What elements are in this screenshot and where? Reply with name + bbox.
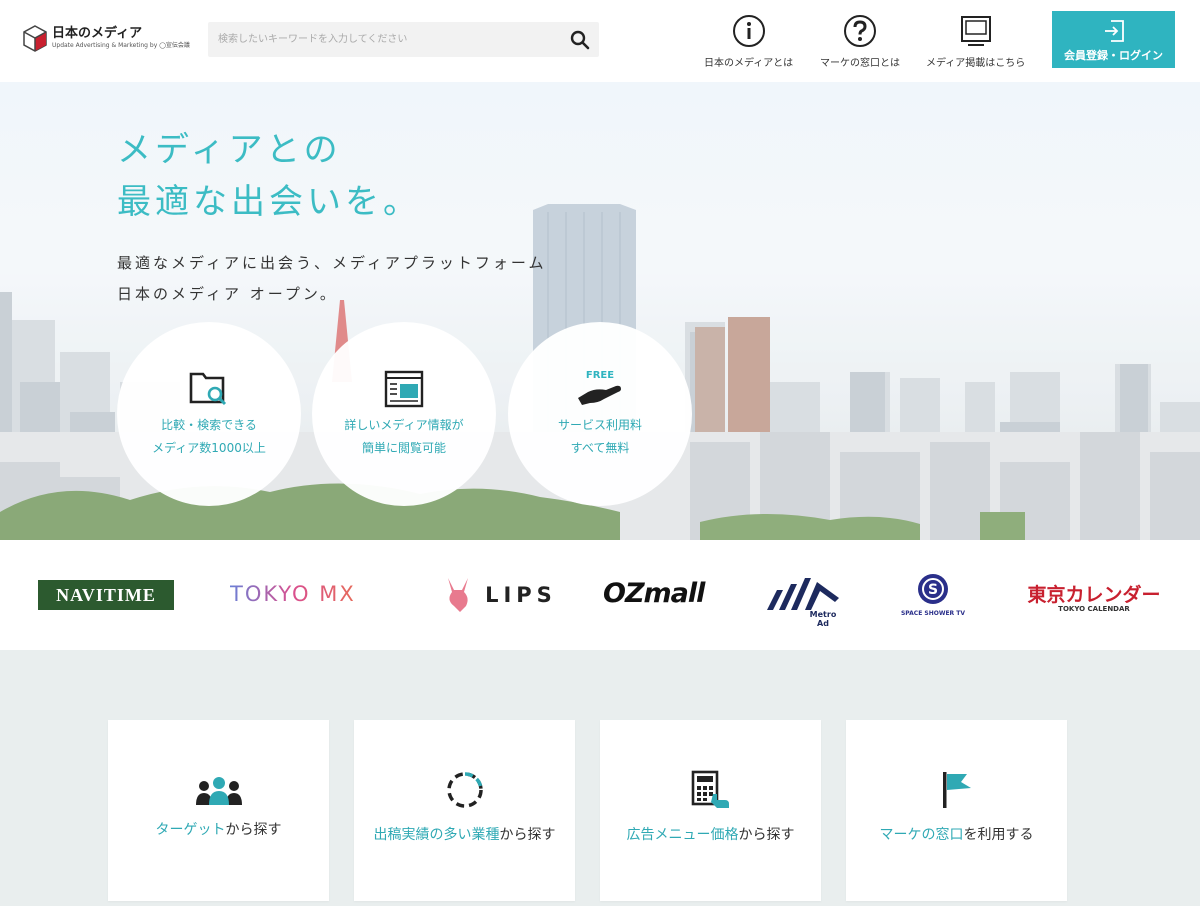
card-search-target[interactable]: ターゲットから探す <box>108 720 329 901</box>
card-2-highlight: 出稿実績の多い業種 <box>373 827 500 843</box>
feature-3-line1: サービス利用料 <box>557 418 642 432</box>
feature-1-line2: メディア数1000以上 <box>152 441 266 455</box>
tokyo-calendar-logo[interactable]: 東京カレンダー TOKYO CALENDAR <box>1026 580 1162 613</box>
feature-3-line2: すべて無料 <box>570 441 630 455</box>
card-4-rest: を利用する <box>963 827 1034 843</box>
card-2-rest: から探す <box>499 827 556 843</box>
ozmall-text: OZmall <box>603 578 705 609</box>
navitime-text: NAVITIME <box>56 585 156 605</box>
search-options-section: ターゲットから探す 出稿実績の多い業種から探す 広告メニュー価格から探す マーケ… <box>0 650 1200 906</box>
free-hand-icon <box>578 385 621 405</box>
rabbit-icon <box>448 578 468 612</box>
logo-subtitle: Update Advertising & Marketing by ◯宣伝会議 <box>52 42 190 49</box>
hero-subtitle: 最適なメディアに出会う、メディアプラットフォーム 日本のメディア オープン。 <box>117 248 546 310</box>
card-4-highlight: マーケの窓口 <box>879 827 964 843</box>
feature-2-line2: 簡単に閲覧可能 <box>361 441 446 455</box>
card-search-price[interactable]: 広告メニュー価格から探す <box>600 720 821 901</box>
lips-logo[interactable]: LIPS <box>442 576 557 614</box>
hero-section: メディアとの 最適な出会いを。 最適なメディアに出会う、メディアプラットフォーム… <box>0 82 1200 540</box>
cube-logo-icon <box>23 25 47 52</box>
free-tag: FREE <box>585 370 615 381</box>
space-shower-logo[interactable]: S SPACE SHOWER TV <box>900 572 966 617</box>
logo-title: 日本のメディア <box>52 26 143 41</box>
navitime-logo[interactable]: NAVITIME <box>38 580 174 610</box>
hero-sub-line2: 日本のメディア オープン。 <box>117 285 338 303</box>
question-icon <box>844 15 876 47</box>
feature-2-line1: 詳しいメディア情報が <box>344 418 464 432</box>
folder-search-icon <box>189 372 227 406</box>
media-logos-band: NAVITIME TOKYO MX LIPS OZmall Metro Ad S… <box>0 540 1200 650</box>
card-1-highlight: ターゲット <box>155 822 226 838</box>
hero-sub-line1: 最適なメディアに出会う、メディアプラットフォーム <box>117 254 547 272</box>
media-info-icon <box>384 370 424 408</box>
feature-1-line1: 比較・検索できる <box>161 418 257 432</box>
nav-marke[interactable]: マーケの窓口とは <box>820 14 900 69</box>
hero-title-line2: 最適な出会いを。 <box>117 182 421 222</box>
feature-media-info: 詳しいメディア情報が 簡単に閲覧可能 <box>312 322 496 506</box>
lips-text: LIPS <box>485 583 557 607</box>
tokyo-mx-logo[interactable]: TOKYO MX <box>230 582 356 606</box>
nav-marke-label: マーケの窓口とは <box>820 58 900 69</box>
hero-title-line1: メディアとの <box>117 130 342 170</box>
calculator-icon <box>691 770 729 808</box>
feature-free: FREE サービス利用料 すべて無料 <box>508 322 692 506</box>
info-icon <box>732 15 765 47</box>
dashed-circle-icon <box>446 772 483 808</box>
nav-media-listing[interactable]: メディア掲載はこちら <box>926 14 1025 69</box>
monitor-icon <box>960 16 991 46</box>
nav-media-listing-label: メディア掲載はこちら <box>926 58 1026 69</box>
flag-icon <box>942 772 971 808</box>
site-header: 日本のメディア Update Advertising & Marketing b… <box>0 0 1200 82</box>
feature-media-count: 比較・検索できる メディア数1000以上 <box>117 322 301 506</box>
search-icon[interactable] <box>569 29 591 51</box>
metro-ad-mark-icon <box>767 578 839 610</box>
metro-ad-text: Metro Ad <box>809 610 837 628</box>
people-icon <box>195 777 242 805</box>
space-shower-mark-icon: S <box>918 574 948 604</box>
tokyo-calendar-text: 東京カレンダー <box>1027 584 1161 606</box>
ozmall-logo[interactable]: OZmall <box>603 578 705 609</box>
site-logo[interactable]: 日本のメディア Update Advertising & Marketing b… <box>22 24 190 52</box>
hero-title: メディアとの 最適な出会いを。 <box>117 124 421 228</box>
nav-about-label: 日本のメディアとは <box>704 58 794 69</box>
login-register-label: 会員登録・ログイン <box>1064 49 1163 62</box>
card-3-rest: から探す <box>738 827 795 843</box>
card-3-highlight: 広告メニュー価格 <box>626 827 739 843</box>
card-marke-window[interactable]: マーケの窓口を利用する <box>846 720 1067 901</box>
card-1-rest: から探す <box>225 822 282 838</box>
metro-ad-logo[interactable]: Metro Ad <box>763 576 843 628</box>
space-shower-text: SPACE SHOWER TV <box>900 610 965 617</box>
login-icon <box>1104 20 1124 42</box>
search-box <box>208 22 599 57</box>
login-register-button[interactable]: 会員登録・ログイン <box>1052 11 1175 68</box>
card-search-industry[interactable]: 出稿実績の多い業種から探す <box>354 720 575 901</box>
svg-text:S: S <box>928 582 938 598</box>
nav-about[interactable]: 日本のメディアとは <box>704 14 793 69</box>
search-input[interactable] <box>208 22 548 57</box>
tokyo-mx-text: TOKYO MX <box>230 582 356 606</box>
